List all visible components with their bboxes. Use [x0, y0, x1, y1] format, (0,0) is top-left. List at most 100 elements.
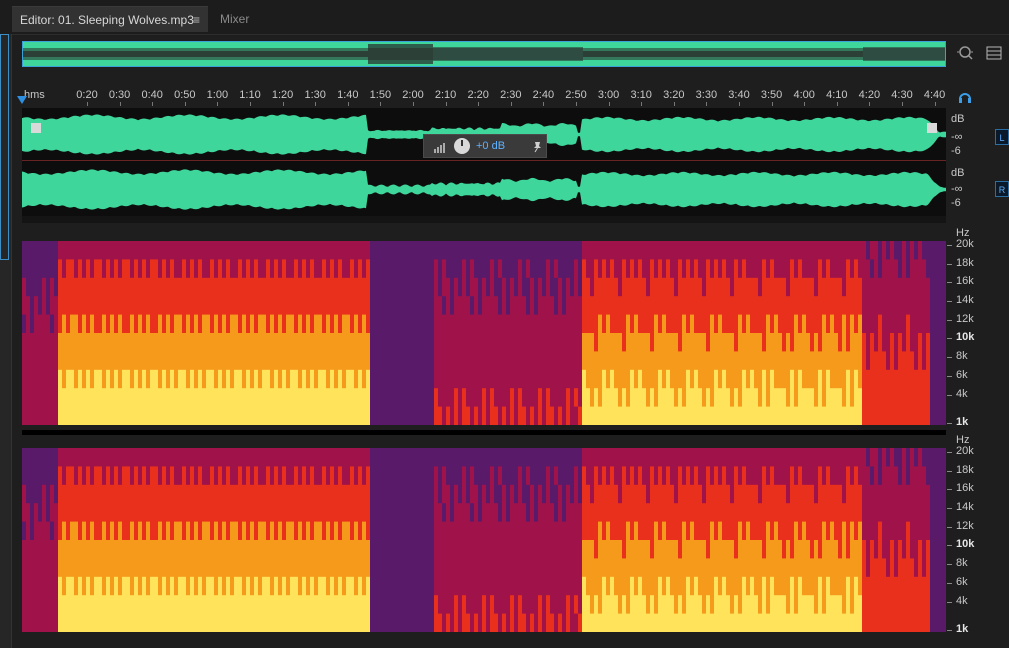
spectral-cell: [310, 388, 314, 408]
spectral-cell: [874, 484, 878, 504]
spectral-cell: [386, 558, 390, 578]
spectral-cell: [722, 333, 726, 352]
spectral-cell: [198, 296, 202, 316]
spectral-cell: [322, 241, 326, 260]
spectral-cell: [126, 259, 130, 279]
spectral-cell: [606, 595, 610, 615]
fade-in-handle[interactable]: [31, 123, 41, 133]
tab-menu-icon[interactable]: ≡: [193, 7, 200, 33]
tab-mixer[interactable]: Mixer: [212, 6, 282, 32]
spectral-cell: [678, 388, 682, 408]
panel-menu-icon[interactable]: [986, 46, 1002, 65]
spectral-cell: [34, 259, 38, 279]
spectral-cell: [290, 241, 294, 260]
spectral-cell: [670, 369, 674, 389]
spectral-cell: [398, 503, 402, 523]
playhead-marker[interactable]: [17, 96, 27, 104]
spectral-cell: [634, 540, 638, 559]
spectral-cell: [778, 595, 782, 615]
spectral-cell: [106, 613, 110, 632]
spectral-cell: [782, 558, 786, 578]
spectral-cell: [774, 484, 778, 504]
spectral-cell: [738, 388, 742, 408]
spectral-cell: [382, 314, 386, 334]
spectral-cell: [78, 466, 82, 486]
spectral-cell: [566, 369, 570, 389]
spectral-cell: [246, 521, 250, 541]
spectral-cell: [250, 241, 254, 260]
right-channel-button[interactable]: R: [995, 181, 1009, 197]
spectral-cell: [918, 277, 922, 297]
left-channel-button[interactable]: L: [995, 129, 1009, 145]
spectral-cell: [30, 540, 34, 559]
overview-navigator[interactable]: [22, 41, 946, 67]
time-ruler[interactable]: 0:20 0:30 0:40 0:50 1:00 1:10 1:20 1:30 1:40 1:50…: [22, 86, 946, 106]
spectral-cell: [194, 241, 198, 260]
spectral-cell: [798, 388, 802, 408]
spectral-cell: [234, 406, 238, 425]
spectral-cell: [166, 448, 170, 467]
spectral-cell: [118, 388, 122, 408]
spectral-cell: [130, 369, 134, 389]
spectral-cell: [198, 466, 202, 486]
spectral-cell: [566, 540, 570, 559]
spectral-right-channel[interactable]: [22, 448, 946, 632]
spectral-cell: [166, 333, 170, 352]
spectral-cell: [734, 613, 738, 632]
spectral-cell: [150, 521, 154, 541]
spectral-cell: [506, 521, 510, 541]
spectral-cell: [474, 369, 478, 389]
spectral-cell: [306, 406, 310, 425]
volume-hud[interactable]: +0 dB: [423, 134, 547, 158]
spectral-cell: [522, 333, 526, 352]
fade-out-handle[interactable]: [927, 123, 937, 133]
tab-editor[interactable]: Editor: 01. Sleeping Wolves.mp3 ≡: [12, 6, 208, 32]
ruler-tick: [739, 102, 740, 106]
spectral-cell: [714, 259, 718, 279]
spectral-cell: [662, 613, 666, 632]
spectral-cell: [702, 314, 706, 334]
spectral-cell: [718, 466, 722, 486]
spectral-cell: [534, 540, 538, 559]
spectral-cell: [770, 613, 774, 632]
spectral-cell: [278, 277, 282, 297]
spectral-cell: [634, 558, 638, 578]
spectral-cell: [518, 241, 522, 260]
spectral-left-channel[interactable]: [22, 241, 946, 425]
view-divider[interactable]: [22, 216, 946, 223]
spectral-cell: [34, 369, 38, 389]
spectral-cell: [482, 521, 486, 541]
spectral-cell: [378, 314, 382, 334]
waveform-display[interactable]: [22, 108, 946, 216]
spectral-cell: [102, 448, 106, 467]
spectral-cell: [54, 521, 58, 541]
spectral-cell: [318, 540, 322, 559]
spectral-cell: [338, 503, 342, 523]
spectral-cell: [62, 484, 66, 504]
spectral-cell: [642, 448, 646, 467]
spectral-cell: [406, 369, 410, 389]
spectral-cell: [66, 576, 70, 596]
spectral-cell: [430, 613, 434, 632]
pin-icon[interactable]: [532, 141, 542, 153]
spectral-cell: [146, 296, 150, 316]
headphones-icon[interactable]: [958, 90, 972, 109]
spectral-cell: [922, 484, 926, 504]
spectral-cell: [554, 406, 558, 425]
spectral-cell: [654, 406, 658, 425]
spectral-cell: [418, 333, 422, 352]
spectral-cell: [830, 484, 834, 504]
spectral-cell: [622, 503, 626, 523]
spectral-cell: [322, 613, 326, 632]
spectral-cell: [350, 388, 354, 408]
zoom-icon[interactable]: [956, 44, 974, 67]
spectral-cell: [270, 540, 274, 559]
spectral-cell: [454, 503, 458, 523]
volume-knob-icon[interactable]: [454, 138, 470, 154]
spectral-cell: [806, 296, 810, 316]
spectral-cell: [338, 241, 342, 260]
spectral-cell: [810, 521, 814, 541]
spectral-cell: [354, 613, 358, 632]
spectral-cell: [158, 558, 162, 578]
spectral-cell: [58, 576, 62, 596]
